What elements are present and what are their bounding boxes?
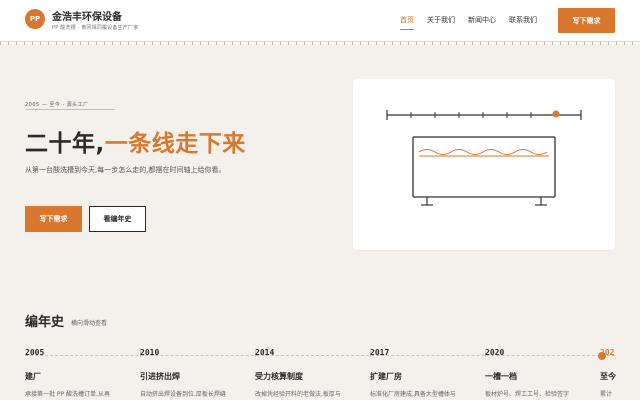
timeline-year: 2014 bbox=[255, 348, 275, 357]
timeline-item-title: 扩建厂房 bbox=[370, 372, 402, 381]
nav-item-about[interactable]: 关于我们 bbox=[427, 15, 455, 30]
nav-item-home[interactable]: 首页 bbox=[400, 15, 414, 30]
timeline-current-dot bbox=[598, 352, 606, 360]
timeline-item[interactable]: 2005 建厂 承接第一批 PP 酸洗槽订单,从再 bbox=[25, 348, 135, 398]
hero-description: 从第一台酸洗槽到今天,每一步怎么走的,都摆在时间轴上给你看。 bbox=[25, 166, 226, 174]
timeline-item-title: 受力核算制度 bbox=[255, 372, 303, 381]
timeline-year: 2020 bbox=[485, 348, 505, 357]
hero-eyebrow: 2005 — 至今 · 源头工厂 bbox=[25, 102, 89, 108]
header-cta-button[interactable]: 写下需求 bbox=[558, 8, 615, 33]
nav-item-news[interactable]: 新闻中心 bbox=[468, 15, 496, 30]
timeline-item[interactable]: 2010 引进挤出焊 自动挤出焊设备到位,厚板长焊缝 bbox=[140, 348, 250, 398]
hero-title-accent: 一条线走下来 bbox=[104, 131, 246, 157]
timeline-item-title: 一槽一档 bbox=[485, 372, 517, 381]
timeline-item[interactable]: 2014 受力核算制度 改掉凭经验开料的老做法,板厚与 bbox=[255, 348, 365, 398]
timeline-item[interactable]: 2017 扩建厂房 标准化厂房建成,具备大型槽体与 bbox=[370, 348, 480, 398]
timeline-year: 2010 bbox=[140, 348, 160, 357]
brand-tagline: PP 酸洗槽 · 黄冈靖同覆设备生产厂家 bbox=[52, 25, 139, 31]
logo-badge[interactable]: PP bbox=[25, 9, 45, 29]
ruler-divider bbox=[0, 41, 640, 45]
timeline-item-desc: 板材炉号、焊工工号、检验签字 bbox=[485, 391, 570, 398]
hero-illustration-card bbox=[353, 79, 615, 250]
main-nav: 首页 关于我们 新闻中心 联系我们 bbox=[400, 15, 537, 30]
site-header: PP 金浩丰环保设备 PP 酸洗槽 · 黄冈靖同覆设备生产厂家 首页 关于我们 … bbox=[0, 0, 640, 44]
hero-title: 二十年,一条线走下来 bbox=[25, 124, 246, 158]
timeline-item[interactable]: 2020 一槽一档 板材炉号、焊工工号、检验签字 bbox=[485, 348, 595, 398]
timeline-item-title: 建厂 bbox=[25, 372, 41, 381]
tank-on-timeline-illustration bbox=[386, 110, 582, 206]
timeline-item-title: 引进挤出焊 bbox=[140, 372, 180, 381]
timeline-year: 202 bbox=[600, 348, 615, 357]
hero-title-plain: 二十年, bbox=[25, 131, 105, 157]
chronicle-title: 编年史 bbox=[25, 315, 65, 330]
view-chronicle-button[interactable]: 看编年史 bbox=[89, 206, 146, 232]
timeline-year: 2017 bbox=[370, 348, 390, 357]
timeline-year: 2005 bbox=[25, 348, 45, 357]
nav-item-contact[interactable]: 联系我们 bbox=[509, 15, 537, 30]
timeline-item-desc: 改掉凭经验开料的老做法,板厚与 bbox=[255, 391, 341, 398]
brand-name[interactable]: 金浩丰环保设备 bbox=[52, 8, 122, 23]
write-request-button[interactable]: 写下需求 bbox=[25, 206, 82, 232]
timeline-item-desc: 累计 bbox=[600, 391, 613, 398]
chronicle-hint: 横向滑动查看 bbox=[71, 320, 108, 327]
eyebrow-underline bbox=[25, 109, 115, 110]
timeline-item-desc: 标准化厂房建成,具备大型槽体与 bbox=[370, 391, 456, 398]
timeline-item-desc: 承接第一批 PP 酸洗槽订单,从再 bbox=[25, 391, 110, 398]
timeline-item-title: 至今 bbox=[600, 372, 616, 381]
timeline-item[interactable]: 202 至今 累计 bbox=[600, 348, 640, 398]
timeline-item-desc: 自动挤出焊设备到位,厚板长焊缝 bbox=[140, 391, 226, 398]
